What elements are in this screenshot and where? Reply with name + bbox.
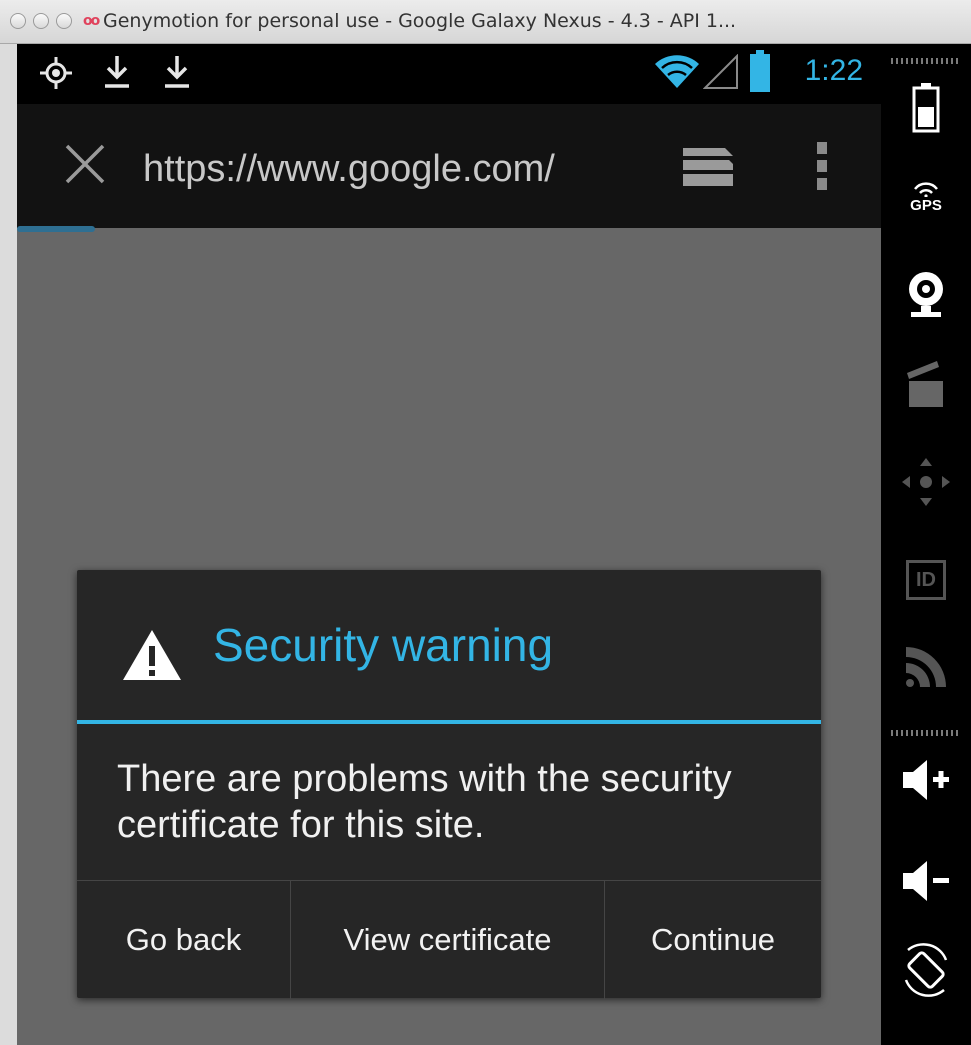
rotate-icon[interactable] xyxy=(881,940,971,1000)
battery-icon[interactable] xyxy=(881,80,971,136)
browser-url-bar: https://www.google.com/ xyxy=(17,104,881,228)
window-titlebar: oo Genymotion for personal use - Google … xyxy=(0,0,971,44)
webcam-icon[interactable] xyxy=(881,268,971,322)
signal-icon xyxy=(702,53,739,94)
go-back-button[interactable]: Go back xyxy=(77,881,290,999)
dialog-header: Security warning xyxy=(77,570,821,722)
remote-control-icon[interactable] xyxy=(881,452,971,512)
gps-icon xyxy=(39,56,73,94)
window-title: Genymotion for personal use - Google Gal… xyxy=(103,10,737,32)
status-bar: 1:22 xyxy=(17,44,881,104)
gps-label: GPS xyxy=(910,196,942,214)
security-warning-dialog: Security warning There are problems with… xyxy=(77,570,821,999)
dialog-title: Security warning xyxy=(213,619,554,671)
warning-icon xyxy=(121,628,183,686)
close-icon[interactable] xyxy=(61,140,109,188)
volume-up-icon[interactable] xyxy=(881,752,971,808)
device-id-label: ID xyxy=(906,560,946,600)
status-clock: 1:22 xyxy=(804,54,863,87)
gps-icon[interactable]: GPS xyxy=(881,172,971,222)
url-field[interactable]: https://www.google.com/ xyxy=(143,148,555,191)
window-minimize-button[interactable] xyxy=(33,13,49,29)
download-icon xyxy=(163,54,191,94)
page-load-progress xyxy=(17,226,95,232)
window-zoom-button[interactable] xyxy=(56,13,72,29)
tabs-icon[interactable] xyxy=(679,144,737,194)
wifi-icon xyxy=(653,54,701,94)
view-certificate-button[interactable]: View certificate xyxy=(290,881,604,999)
genymotion-toolbar: GPS ID xyxy=(881,44,971,1045)
screencast-icon[interactable] xyxy=(881,356,971,412)
toolbar-grip-bottom xyxy=(891,730,961,736)
toolbar-grip-top xyxy=(891,58,961,64)
continue-button[interactable]: Continue xyxy=(604,881,821,999)
volume-down-icon[interactable] xyxy=(881,854,971,908)
dialog-button-bar: Go back View certificate Continue xyxy=(77,880,821,999)
genymotion-logo: oo xyxy=(83,13,100,29)
device-id-icon[interactable]: ID xyxy=(881,554,971,606)
download-icon xyxy=(103,54,131,94)
overflow-menu-icon[interactable] xyxy=(815,140,829,196)
dialog-message: There are problems with the security cer… xyxy=(117,758,732,846)
device-screen: 1:22 https://www.google.com/ Security wa… xyxy=(17,44,881,1045)
window-close-button[interactable] xyxy=(10,13,26,29)
dialog-title-divider xyxy=(77,720,821,724)
network-icon[interactable] xyxy=(881,640,971,694)
battery-icon xyxy=(749,50,771,98)
